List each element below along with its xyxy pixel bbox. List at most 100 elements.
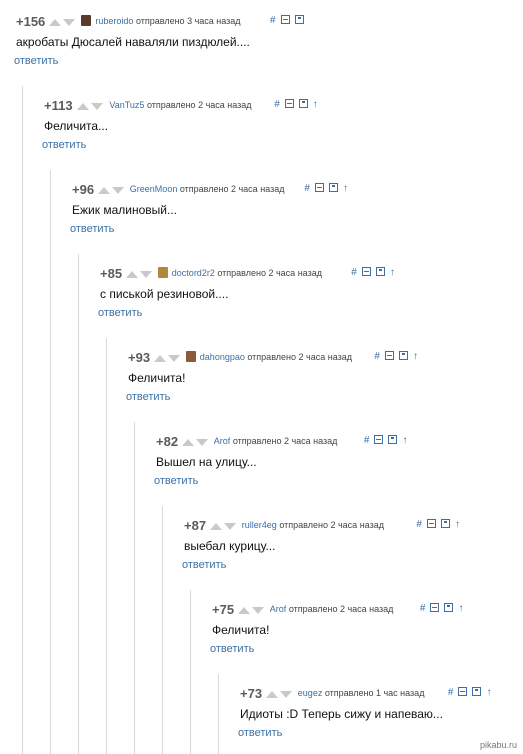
save-icon[interactable] [375, 267, 385, 276]
reply-link[interactable]: ответить [42, 139, 86, 151]
comment-timestamp: 2 часа назад [330, 520, 384, 530]
comment-text: Феличита! [128, 371, 186, 385]
comment-tools: # ↑ [304, 183, 353, 194]
comment-text: акробаты Дюсалей наваляли пиздюлей.... [16, 35, 250, 49]
permalink-link[interactable]: # [304, 183, 310, 194]
comment-author-link[interactable]: ruller4eg [242, 520, 277, 530]
comment-tools: # ↑ [351, 267, 400, 278]
vote-down-icon[interactable] [279, 691, 292, 698]
comment-tools: # ↑ [448, 687, 497, 698]
comment-timestamp: 3 часа назад [187, 16, 241, 26]
save-icon[interactable] [440, 519, 450, 528]
vote-up-icon[interactable] [125, 271, 138, 278]
comment-author-link[interactable]: ruberoido [95, 16, 133, 26]
reply-link[interactable]: ответить [98, 307, 142, 319]
parent-arrow-icon[interactable]: ↑ [390, 267, 395, 278]
comment-tools: # ↑ [416, 519, 465, 530]
collapse-icon[interactable] [426, 519, 436, 528]
permalink-link[interactable]: # [270, 15, 276, 26]
vote-down-icon[interactable] [167, 355, 180, 362]
permalink-link[interactable]: # [274, 99, 280, 110]
comment-action-label: отправлено [232, 436, 282, 446]
parent-arrow-icon[interactable]: ↑ [486, 687, 491, 698]
permalink-link[interactable]: # [448, 687, 454, 698]
permalink-link[interactable]: # [364, 435, 370, 446]
comment-rating: +87 [184, 518, 207, 533]
save-icon[interactable] [444, 603, 454, 612]
vote-down-icon[interactable] [251, 607, 264, 614]
comment-author-link[interactable]: doctord2r2 [172, 268, 215, 278]
parent-arrow-icon[interactable]: ↑ [413, 351, 418, 362]
comment-author-link[interactable]: VanTuz5 [109, 100, 144, 110]
reply-link[interactable]: ответить [182, 559, 226, 571]
save-icon[interactable] [298, 99, 308, 108]
parent-arrow-icon[interactable]: ↑ [455, 519, 460, 530]
vote-down-icon[interactable] [139, 271, 152, 278]
comment-timestamp: 2 часа назад [298, 352, 352, 362]
collapse-icon[interactable] [430, 603, 440, 612]
thread-line [134, 422, 135, 754]
vote-up-icon[interactable] [49, 19, 62, 26]
vote-up-icon[interactable] [237, 607, 250, 614]
vote-down-icon[interactable] [195, 439, 208, 446]
reply-link[interactable]: ответить [70, 223, 114, 235]
comment-author-link[interactable]: Arof [214, 436, 231, 446]
comment-author-link[interactable]: eugez [298, 688, 323, 698]
comment-header: +156 ruberoido отправлено 3 часа назад # [0, 14, 523, 32]
permalink-link[interactable]: # [351, 267, 357, 278]
collapse-icon[interactable] [280, 15, 290, 24]
vote-down-icon[interactable] [91, 103, 104, 110]
collapse-icon[interactable] [384, 351, 394, 360]
user-avatar[interactable] [185, 351, 196, 362]
comment-rating: +75 [212, 602, 235, 617]
vote-down-icon[interactable] [63, 19, 76, 26]
collapse-icon[interactable] [284, 99, 294, 108]
collapse-icon[interactable] [361, 267, 371, 276]
vote-up-icon[interactable] [181, 439, 194, 446]
watermark: pikabu.ru [479, 740, 517, 750]
comment-author-link[interactable]: GreenMoon [130, 184, 178, 194]
permalink-link[interactable]: # [420, 603, 426, 614]
comment-author-link[interactable]: Arof [270, 604, 287, 614]
parent-arrow-icon[interactable]: ↑ [313, 99, 318, 110]
collapse-icon[interactable] [458, 687, 468, 696]
comment-meta: Arof отправлено 2 часа назад [214, 436, 338, 446]
comment-action-label: отправлено [217, 268, 266, 278]
comment-author-link[interactable]: dahongpao [200, 352, 245, 362]
comment-rating: +85 [100, 266, 123, 281]
reply-link[interactable]: ответить [238, 727, 282, 739]
reply-link[interactable]: ответить [154, 475, 198, 487]
vote-down-icon[interactable] [111, 187, 124, 194]
reply-link[interactable]: ответить [14, 55, 58, 67]
vote-up-icon[interactable] [209, 523, 222, 530]
parent-arrow-icon[interactable]: ↑ [458, 603, 463, 614]
save-icon[interactable] [328, 183, 338, 192]
thread-line [190, 590, 191, 754]
user-avatar[interactable] [157, 267, 168, 278]
comment-text: Ежик малиновый... [72, 203, 177, 217]
comment-timestamp: 2 часа назад [268, 268, 322, 278]
save-icon[interactable] [294, 15, 304, 24]
comment-rating: +82 [156, 434, 179, 449]
comment-text: Идиоты :D Теперь сижу и напеваю... [240, 707, 443, 721]
vote-up-icon[interactable] [265, 691, 278, 698]
save-icon[interactable] [472, 687, 482, 696]
reply-link[interactable]: ответить [210, 643, 254, 655]
parent-arrow-icon[interactable]: ↑ [402, 435, 407, 446]
save-icon[interactable] [398, 351, 408, 360]
vote-up-icon[interactable] [77, 103, 90, 110]
user-avatar[interactable] [81, 15, 92, 26]
collapse-icon[interactable] [314, 183, 324, 192]
permalink-link[interactable]: # [416, 519, 422, 530]
parent-arrow-icon[interactable]: ↑ [343, 183, 348, 194]
permalink-link[interactable]: # [374, 351, 380, 362]
thread-line [78, 254, 79, 754]
save-icon[interactable] [388, 435, 398, 444]
vote-down-icon[interactable] [223, 523, 236, 530]
vote-up-icon[interactable] [97, 187, 110, 194]
comment-meta: GreenMoon отправлено 2 часа назад [130, 184, 285, 194]
reply-link[interactable]: ответить [126, 391, 170, 403]
collapse-icon[interactable] [374, 435, 384, 444]
vote-up-icon[interactable] [153, 355, 166, 362]
thread-line [106, 338, 107, 754]
